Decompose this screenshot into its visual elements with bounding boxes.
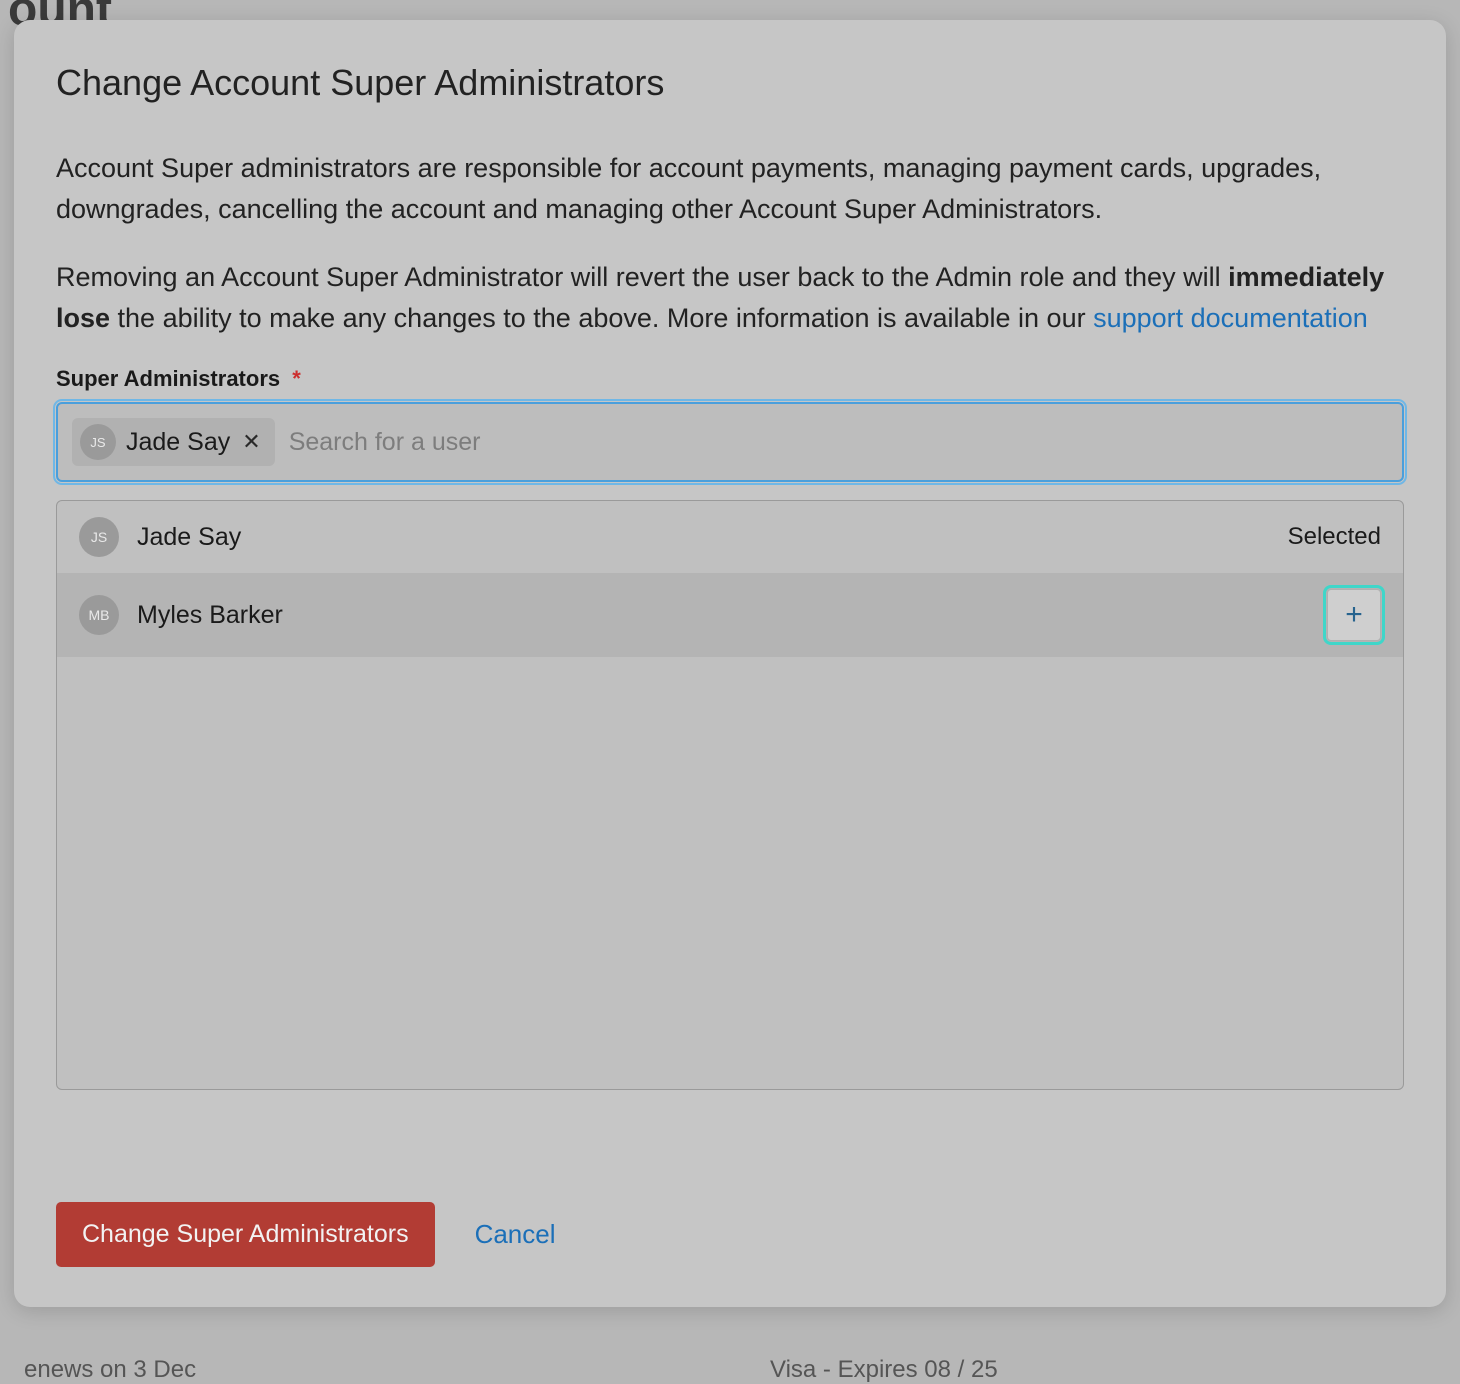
user-option[interactable]: MB Myles Barker + bbox=[57, 573, 1403, 657]
option-status: Selected bbox=[1288, 523, 1381, 551]
required-indicator: * bbox=[292, 366, 301, 391]
avatar: MB bbox=[79, 595, 119, 635]
modal-description-2: Removing an Account Super Administrator … bbox=[56, 257, 1404, 338]
support-docs-link[interactable]: support documentation bbox=[1093, 303, 1368, 333]
option-name: Myles Barker bbox=[137, 601, 283, 630]
user-search-input[interactable] bbox=[287, 427, 1388, 458]
desc-text: Removing an Account Super Administrator … bbox=[56, 262, 1228, 292]
field-label: Super Administrators * bbox=[56, 366, 1404, 392]
add-user-button[interactable]: + bbox=[1327, 589, 1381, 641]
plus-icon: + bbox=[1345, 600, 1363, 630]
field-label-text: Super Administrators bbox=[56, 366, 280, 391]
user-dropdown: JS Jade Say Selected MB Myles Barker + bbox=[56, 500, 1404, 1090]
change-super-admins-modal: Change Account Super Administrators Acco… bbox=[14, 20, 1446, 1307]
modal-footer: Change Super Administrators Cancel bbox=[56, 1202, 1404, 1267]
remove-chip-icon[interactable]: ✕ bbox=[240, 431, 262, 453]
user-chip: JS Jade Say ✕ bbox=[72, 418, 275, 466]
submit-button[interactable]: Change Super Administrators bbox=[56, 1202, 435, 1267]
desc-text: the ability to make any changes to the a… bbox=[110, 303, 1093, 333]
chip-name: Jade Say bbox=[126, 428, 230, 457]
modal-title: Change Account Super Administrators bbox=[56, 62, 1404, 104]
avatar: JS bbox=[79, 517, 119, 557]
option-name: Jade Say bbox=[137, 523, 241, 552]
modal-description-1: Account Super administrators are respons… bbox=[56, 148, 1404, 229]
super-admins-multiselect[interactable]: JS Jade Say ✕ bbox=[56, 402, 1404, 482]
avatar: JS bbox=[80, 424, 116, 460]
user-option[interactable]: JS Jade Say Selected bbox=[57, 501, 1403, 573]
cancel-button[interactable]: Cancel bbox=[475, 1219, 556, 1250]
